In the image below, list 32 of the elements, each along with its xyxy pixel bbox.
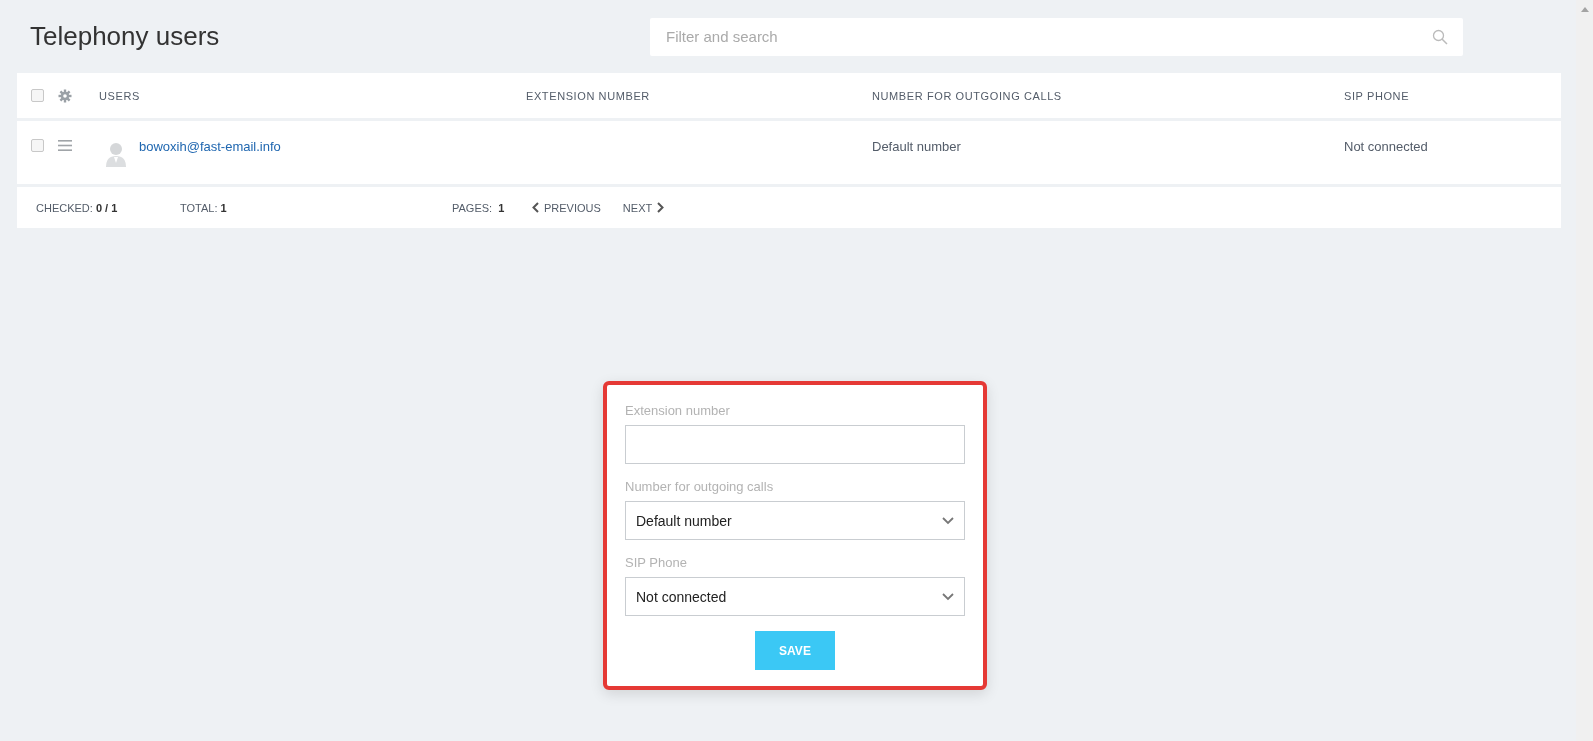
avatar-icon — [105, 141, 127, 167]
table-cell: Default number — [872, 139, 961, 154]
field-label: SIP Phone — [625, 555, 688, 570]
chevron-left-icon — [532, 202, 539, 213]
chevron-down-icon — [942, 592, 954, 601]
column-header: NUMBER FOR OUTGOING CALLS — [872, 89, 1063, 102]
user-link[interactable]: bowoxih@fast-email.info — [139, 139, 281, 154]
field-label: Number for outgoing calls — [625, 479, 775, 494]
pages-count: PAGES: 1 — [452, 201, 506, 214]
search-field[interactable]: Filter and search — [650, 17, 1463, 56]
scrollbar[interactable] — [1576, 0, 1593, 741]
gear-icon[interactable] — [58, 88, 72, 103]
checkbox[interactable] — [31, 89, 44, 102]
chevron-right-icon — [657, 202, 665, 213]
total-count: TOTAL: 1 — [180, 201, 228, 214]
previous-link[interactable]: PREVIOUS — [532, 201, 601, 214]
search-icon — [1432, 28, 1448, 45]
next-link[interactable]: NEXT — [622, 201, 665, 214]
checked-count: CHECKED: 0 / 1 — [36, 201, 119, 214]
scroll-up-arrow-icon[interactable] — [1580, 7, 1589, 12]
column-header: EXTENSION NUMBER — [526, 89, 651, 102]
page-title: Telephony users — [30, 21, 221, 52]
input-field[interactable] — [625, 425, 965, 464]
dropdown[interactable]: Not connected — [625, 577, 965, 616]
column-header: USERS — [99, 89, 141, 102]
column-header: SIP PHONE — [1344, 89, 1411, 102]
checkbox[interactable] — [31, 139, 44, 152]
menu-icon[interactable] — [58, 140, 72, 151]
dropdown[interactable]: Default number — [625, 501, 965, 540]
field-label: Extension number — [625, 403, 731, 418]
table-cell: Not connected — [1344, 139, 1428, 154]
chevron-down-icon — [942, 516, 954, 525]
